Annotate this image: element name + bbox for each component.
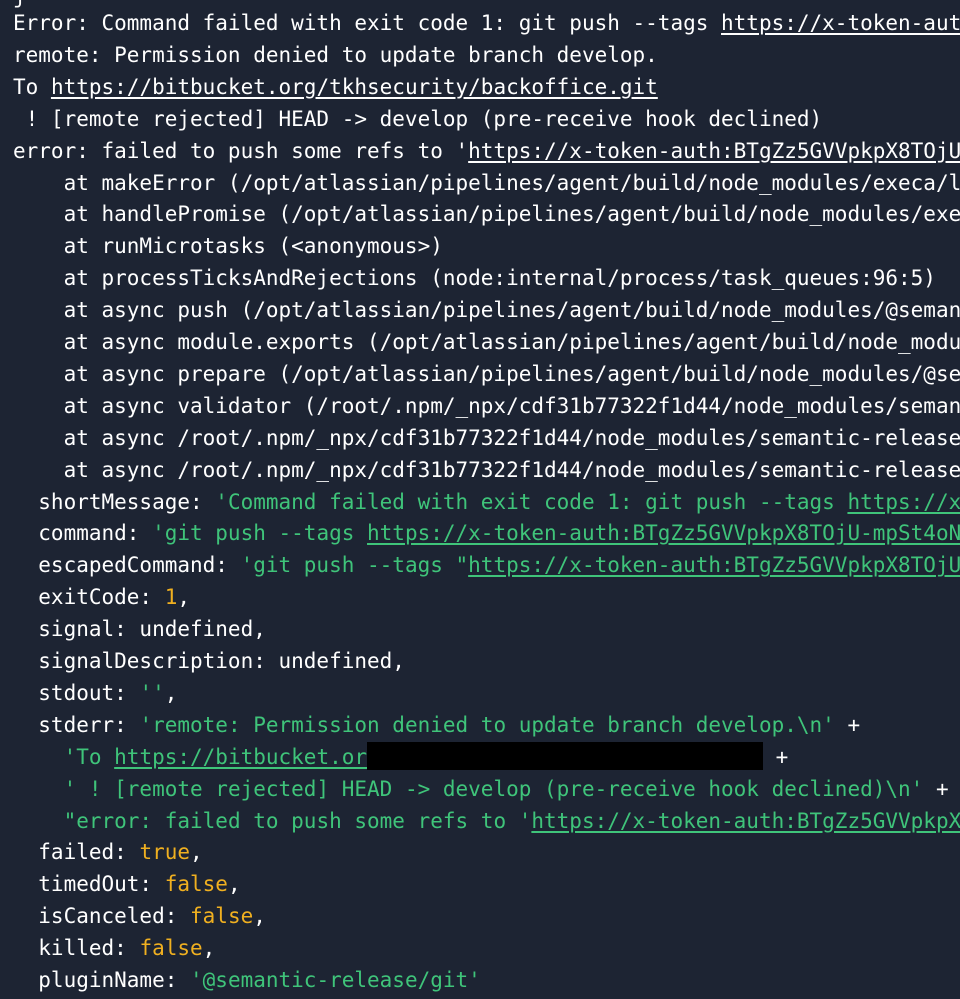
terminal-text: Error: Command failed with exit code 1: … xyxy=(13,11,722,35)
terminal-text: , xyxy=(253,904,266,929)
terminal-text: 1 xyxy=(164,585,178,610)
terminal-line: "error: failed to push some refs to 'htt… xyxy=(13,806,960,836)
terminal-line: at makeError (/opt/atlassian/pipelines/a… xyxy=(13,168,960,198)
terminal-text: false xyxy=(164,872,228,897)
terminal-line: isCanceled: false, xyxy=(13,901,266,931)
terminal-line: error: failed to push some refs to 'http… xyxy=(13,136,960,166)
terminal-link[interactable]: https://bitbucket.org/tkhsecurity/backof… xyxy=(51,75,658,99)
terminal-line: pluginName: '@semantic-release/git' xyxy=(13,965,481,995)
terminal-text: timedOut: xyxy=(13,872,165,897)
terminal-text: + xyxy=(923,776,949,801)
terminal-link[interactable]: https://x-token-auth:BTgZz5GVVpkpX xyxy=(531,809,960,833)
terminal-text: at async prepare (/opt/atlassian/pipelin… xyxy=(13,361,960,386)
terminal-text: 'Command failed with exit code 1: git pu… xyxy=(215,489,848,514)
terminal-line: at async module.exports (/opt/atlassian/… xyxy=(13,327,960,357)
terminal-text: + xyxy=(834,712,861,737)
terminal-line: at processTicksAndRejections (node:inter… xyxy=(13,263,936,293)
terminal-text: at runMicrotasks (<anonymous>) xyxy=(13,234,443,259)
terminal-text: false xyxy=(190,904,254,929)
terminal-line: To https://bitbucket.org/tkhsecurity/bac… xyxy=(13,72,658,102)
terminal-line: escapedCommand: 'git push --tags "https:… xyxy=(13,550,960,580)
terminal-text: ' ! [remote rejected] HEAD -> develop (p… xyxy=(63,776,924,801)
terminal-line: killed: false, xyxy=(13,933,215,963)
terminal-text: To xyxy=(13,74,51,99)
terminal-text: command: xyxy=(13,521,153,546)
terminal-link[interactable]: https://bitbucket.or xyxy=(114,745,367,769)
terminal-text: stderr: xyxy=(13,712,140,737)
terminal-line: at async /root/.npm/_npx/cdf31b77322f1d4… xyxy=(13,423,960,453)
terminal-line: ' ! [remote rejected] HEAD -> develop (p… xyxy=(13,774,949,804)
terminal-line: command: 'git push --tags https://x-toke… xyxy=(13,518,960,548)
terminal-text: escapedCommand: xyxy=(13,553,241,578)
terminal-text: failed: xyxy=(13,840,140,865)
terminal-text: , xyxy=(202,936,216,961)
terminal-line: at async /root/.npm/_npx/cdf31b77322f1d4… xyxy=(13,455,960,485)
terminal-line: at async prepare (/opt/atlassian/pipelin… xyxy=(13,359,960,389)
terminal-output: j Error: Command failed with exit code 1… xyxy=(0,0,960,999)
terminal-link[interactable]: https://x xyxy=(847,490,960,514)
terminal-link[interactable]: https://x-token-auth:BTgZz5GVVpkpX8TOjU xyxy=(721,11,960,35)
terminal-text: + xyxy=(763,744,789,769)
terminal-link[interactable]: https://x-token-auth:BTgZz5GVVpkpX8TOjU xyxy=(468,139,960,163)
terminal-text: , xyxy=(177,585,191,610)
terminal-line: at async validator (/root/.npm/_npx/cdf3… xyxy=(13,391,960,421)
terminal-text: 'git push --tags " xyxy=(240,553,469,578)
terminal-text: at handlePromise (/opt/atlassian/pipelin… xyxy=(13,202,960,227)
terminal-line: signalDescription: undefined, xyxy=(13,646,405,676)
terminal-text: at async validator (/root/.npm/_npx/cdf3… xyxy=(13,393,960,418)
terminal-text: at async /root/.npm/_npx/cdf31b77322f1d4… xyxy=(13,457,960,482)
terminal-line: stdout: '', xyxy=(13,678,177,708)
terminal-text: signal: undefined, xyxy=(13,617,266,642)
redacted-block xyxy=(367,741,764,770)
terminal-text: pluginName: xyxy=(13,968,191,992)
terminal-line: failed: true, xyxy=(13,837,203,867)
terminal-text: remote: Permission denied to update bran… xyxy=(13,42,658,67)
terminal-line: shortMessage: 'Command failed with exit … xyxy=(13,487,960,517)
terminal-text: killed: xyxy=(13,936,140,961)
terminal-line: Error: Command failed with exit code 1: … xyxy=(13,8,960,38)
terminal-text: '' xyxy=(139,680,165,705)
terminal-text: error: failed to push some refs to ' xyxy=(13,138,469,163)
clipped-previous-line: j xyxy=(13,0,26,7)
terminal-text: false xyxy=(139,936,203,961)
terminal-text: at async push (/opt/atlassian/pipelines/… xyxy=(13,298,960,323)
terminal-line: exitCode: 1, xyxy=(13,582,190,612)
terminal-text: stdout: xyxy=(13,680,140,705)
terminal-line: at async push (/opt/atlassian/pipelines/… xyxy=(13,295,960,325)
terminal-text: true xyxy=(139,840,191,865)
terminal-text: isCanceled: xyxy=(13,904,191,929)
terminal-text: 'git push --tags xyxy=(152,521,368,546)
terminal-line: at handlePromise (/opt/atlassian/pipelin… xyxy=(13,199,960,229)
terminal-text: at processTicksAndRejections (node:inter… xyxy=(13,266,936,291)
terminal-line: ! [remote rejected] HEAD -> develop (pre… xyxy=(13,104,823,134)
terminal-line: stderr: 'remote: Permission denied to up… xyxy=(13,710,860,740)
terminal-link[interactable]: https://x-token-auth:BTgZz5GVVpkpX8TOjU-… xyxy=(367,521,960,545)
terminal-line: at runMicrotasks (<anonymous>) xyxy=(13,231,443,261)
terminal-text: shortMessage: xyxy=(13,489,216,514)
terminal-text: at makeError (/opt/atlassian/pipelines/a… xyxy=(13,170,960,195)
terminal-text: at async /root/.npm/_npx/cdf31b77322f1d4… xyxy=(13,425,960,450)
terminal-text: , xyxy=(227,872,241,897)
terminal-line: signal: undefined, xyxy=(13,614,266,644)
terminal-text: 'remote: Permission denied to update bra… xyxy=(139,712,835,737)
terminal-text: "error: failed to push some refs to ' xyxy=(63,808,532,833)
terminal-text: ! [remote rejected] HEAD -> develop (pre… xyxy=(13,106,823,131)
terminal-line: timedOut: false, xyxy=(13,869,241,899)
terminal-link[interactable]: https://x-token-auth:BTgZz5GVVpkpX8TOjU xyxy=(468,553,960,577)
terminal-text: signalDescription: undefined, xyxy=(13,649,405,673)
terminal-text: exitCode: xyxy=(13,585,165,610)
terminal-line: 'To https://bitbucket.or + xyxy=(13,741,789,772)
terminal-text: , xyxy=(164,680,178,705)
terminal-text: 'To xyxy=(63,744,115,769)
terminal-text: , xyxy=(190,840,203,865)
terminal-text: at async module.exports (/opt/atlassian/… xyxy=(13,330,960,354)
terminal-text: '@semantic-release/git' xyxy=(190,968,481,992)
terminal-line: remote: Permission denied to update bran… xyxy=(13,40,658,70)
